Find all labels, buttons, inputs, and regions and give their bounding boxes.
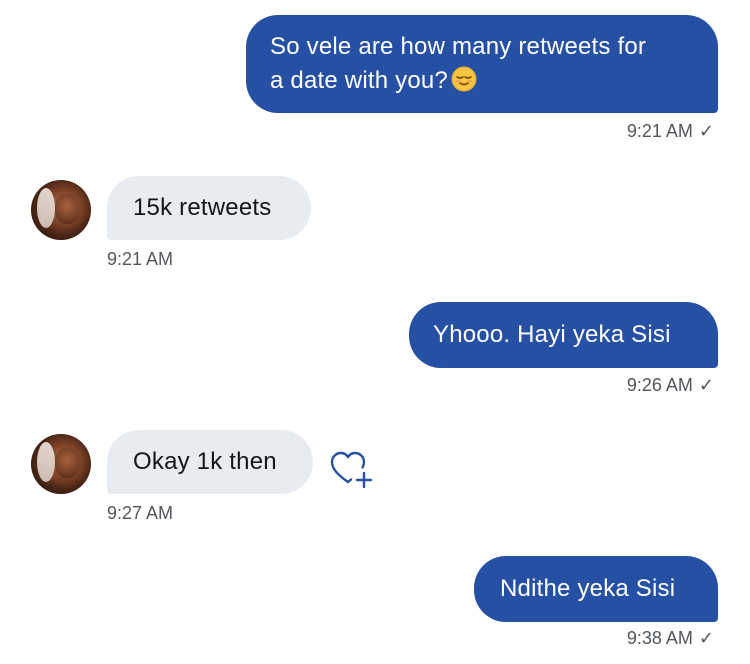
- timestamp-text: 9:27 AM: [107, 503, 174, 523]
- message-text: a date with you?: [270, 67, 448, 94]
- timestamp-text: 9:21 AM: [107, 249, 174, 269]
- message-timestamp: 9:27 AM: [107, 502, 173, 524]
- conversation-thread: So vele are how many retweets for a date…: [0, 0, 750, 664]
- timestamp-text: 9:26 AM: [626, 375, 693, 395]
- message-timestamp: 9:21 AM ✓: [627, 120, 714, 142]
- message-text: Yhooo. Hayi yeka Sisi: [433, 321, 671, 348]
- message-timestamp: 9:38 AM ✓: [627, 627, 714, 649]
- message-text: Ndithe yeka Sisi: [500, 575, 676, 602]
- message-text-line: So vele are how many retweets for: [270, 33, 647, 60]
- relieved-face-emoji-icon: [451, 66, 477, 92]
- avatar[interactable]: [31, 434, 91, 494]
- timestamp-text: 9:38 AM: [626, 628, 693, 648]
- message-timestamp: 9:26 AM ✓: [627, 374, 714, 396]
- incoming-message-bubble[interactable]: Okay 1k then: [107, 430, 313, 494]
- message-timestamp: 9:21 AM: [107, 248, 173, 270]
- sent-check-icon: ✓: [698, 121, 714, 141]
- incoming-message-bubble[interactable]: 15k retweets: [107, 176, 311, 240]
- timestamp-text: 9:21 AM: [626, 121, 693, 141]
- outgoing-message-bubble[interactable]: So vele are how many retweets for a date…: [246, 15, 718, 113]
- sent-check-icon: ✓: [698, 375, 714, 395]
- sent-check-icon: ✓: [698, 628, 714, 648]
- outgoing-message-bubble[interactable]: Ndithe yeka Sisi: [474, 556, 718, 622]
- heart-plus-icon[interactable]: [328, 446, 376, 494]
- avatar[interactable]: [31, 180, 91, 240]
- message-text-line: a date with you?: [270, 64, 696, 98]
- message-text: 15k retweets: [133, 194, 272, 221]
- outgoing-message-bubble[interactable]: Yhooo. Hayi yeka Sisi: [409, 302, 718, 368]
- message-text: Okay 1k then: [133, 448, 277, 475]
